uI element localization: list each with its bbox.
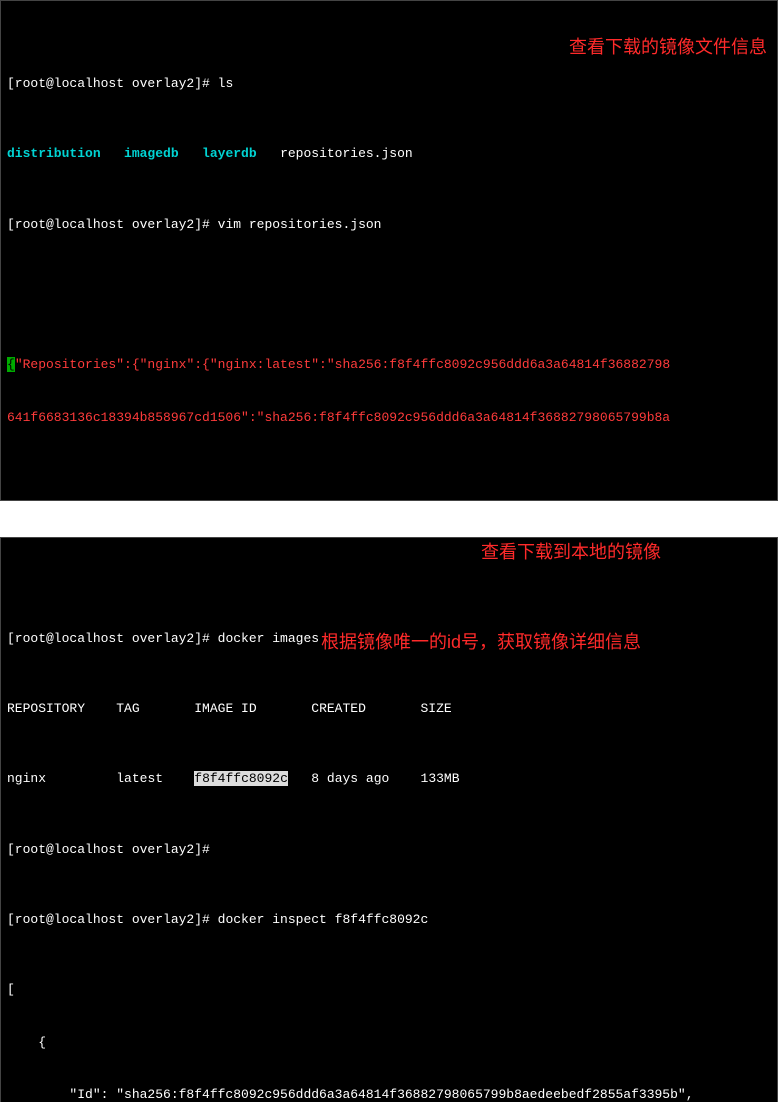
- json-seg1: "Repositories":{"nginx":{"nginx:latest":…: [15, 357, 670, 372]
- prompt: [root@localhost overlay2]#: [7, 76, 218, 91]
- annotation-inspect: 根据镜像唯一的id号，获取镜像详细信息: [321, 630, 641, 654]
- row-tag: latest: [116, 771, 163, 786]
- cmd-docker-images: docker images: [218, 631, 319, 646]
- gap: [0, 501, 778, 537]
- dir-imagedb: imagedb: [124, 146, 179, 161]
- hdr-imgid: IMAGE ID: [194, 701, 256, 716]
- row-created: 8 days ago: [311, 771, 389, 786]
- row-size: 133MB: [421, 771, 460, 786]
- annotation-top: 查看下载的镜像文件信息: [569, 35, 767, 59]
- term1-json-line1: {"Repositories":{"nginx":{"nginx:latest"…: [7, 356, 771, 374]
- hdr-size: SIZE: [421, 701, 452, 716]
- row-imgid: f8f4ffc8092c: [194, 771, 288, 786]
- term1-json-line2: 641f6683136c18394b858967cd1506":"sha256:…: [7, 409, 771, 427]
- prompt: [root@localhost overlay2]#: [7, 912, 218, 927]
- hdr-tag: TAG: [116, 701, 139, 716]
- inspect-open-brace: {: [7, 1034, 771, 1052]
- prompt: [root@localhost overlay2]#: [7, 631, 218, 646]
- row-repo: nginx: [7, 771, 46, 786]
- dir-layerdb: layerdb: [202, 146, 257, 161]
- hdr-repo: REPOSITORY: [7, 701, 85, 716]
- json-brace: {: [7, 357, 15, 372]
- cmd-vim: vim repositories.json: [218, 217, 382, 232]
- annotation-images: 查看下载到本地的镜像: [481, 540, 661, 564]
- file-repositories: repositories.json: [280, 146, 413, 161]
- term1-blank: [7, 286, 771, 304]
- term1-line-vim: [root@localhost overlay2]# vim repositor…: [7, 216, 771, 234]
- inspect-id: "Id": "sha256:f8f4ffc8092c956ddd6a3a6481…: [7, 1086, 771, 1102]
- dir-distribution: distribution: [7, 146, 101, 161]
- inspect-open-bracket: [: [7, 981, 771, 999]
- prompt: [root@localhost overlay2]#: [7, 217, 218, 232]
- images-header: REPOSITORY TAG IMAGE ID CREATED SIZE: [7, 700, 771, 718]
- terminal-block-2: 查看下载到本地的镜像 根据镜像唯一的id号，获取镜像详细信息 [root@loc…: [0, 537, 778, 1102]
- term1-blank2: [7, 461, 771, 479]
- hdr-created: CREATED: [311, 701, 366, 716]
- term1-line-ls-output: distribution imagedb layerdb repositorie…: [7, 145, 771, 163]
- cmd-docker-inspect: docker inspect f8f4ffc8092c: [218, 912, 429, 927]
- terminal-block-1: 查看下载的镜像文件信息 [root@localhost overlay2]# l…: [0, 0, 778, 501]
- term2-prompt-empty: [root@localhost overlay2]#: [7, 841, 771, 859]
- cmd-ls: ls: [218, 76, 234, 91]
- term2-line-inspect-cmd: [root@localhost overlay2]# docker inspec…: [7, 911, 771, 929]
- images-row: nginx latest f8f4ffc8092c 8 days ago 133…: [7, 770, 771, 788]
- term1-line-ls: [root@localhost overlay2]# ls: [7, 75, 771, 93]
